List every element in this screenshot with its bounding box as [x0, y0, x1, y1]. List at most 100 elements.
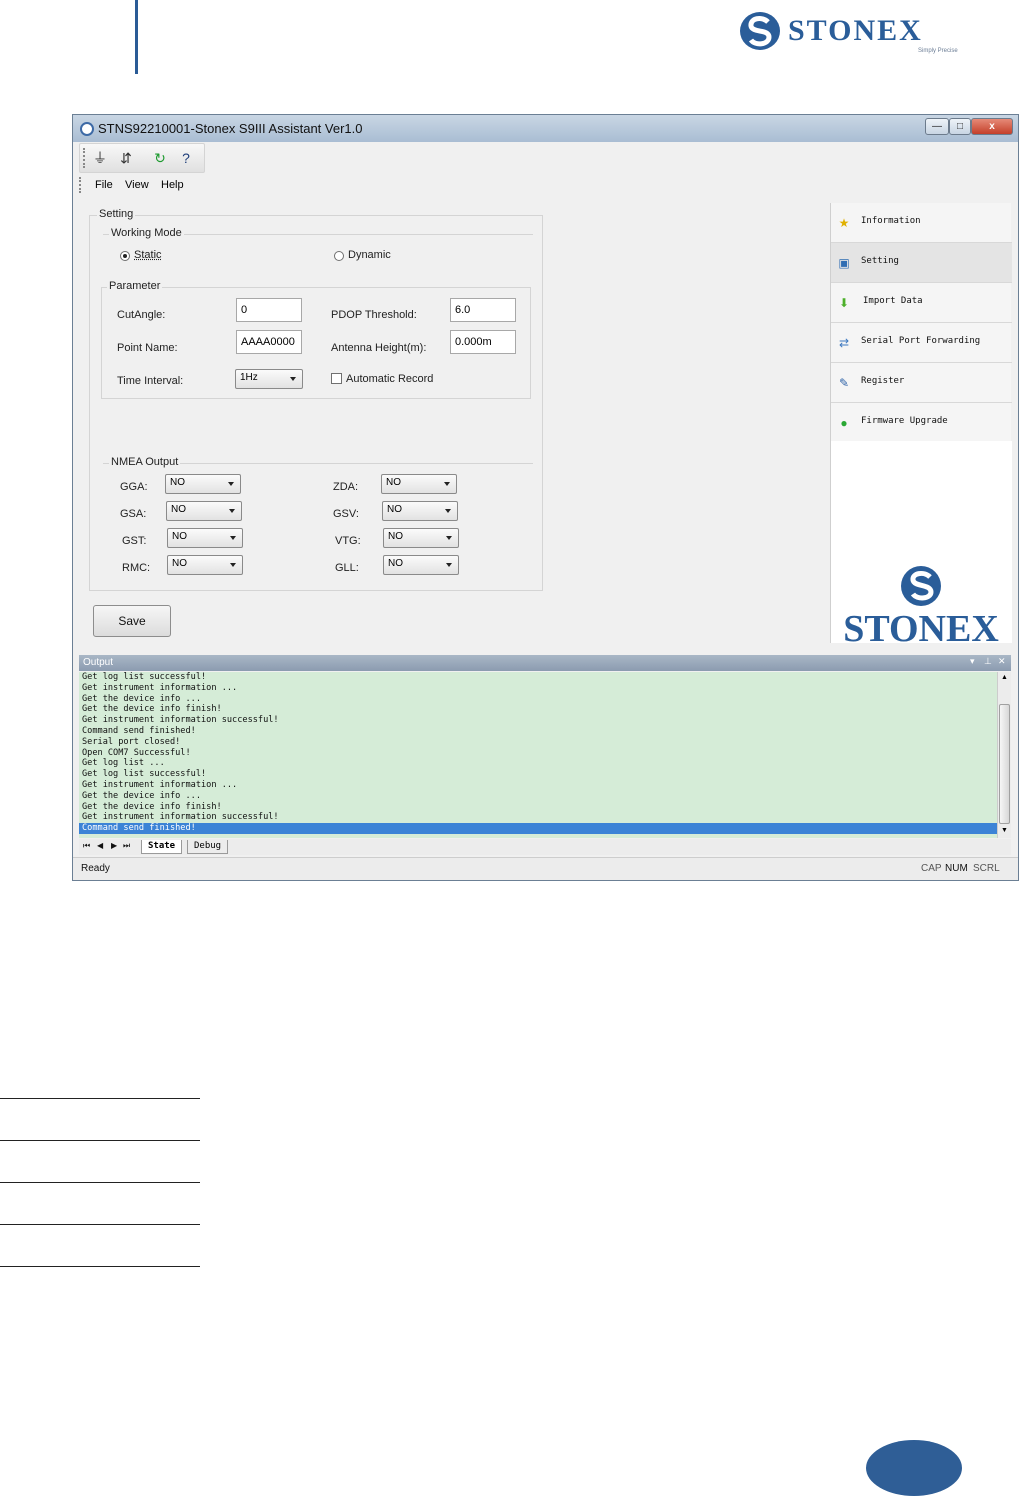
nav-item-import-data[interactable]: ⬇ Import Data: [831, 283, 1012, 323]
dynamic-radio[interactable]: [334, 251, 344, 261]
automatic-record-label[interactable]: Automatic Record: [346, 373, 433, 385]
log-line: Get the device info ...: [82, 693, 201, 704]
rmc-select[interactable]: NO: [167, 555, 243, 575]
gsv-select[interactable]: NO: [382, 501, 458, 521]
scroll-thumb[interactable]: [999, 704, 1010, 824]
chevron-down-icon: [290, 377, 296, 381]
static-label[interactable]: Static: [134, 249, 162, 261]
gst-select[interactable]: NO: [167, 528, 243, 548]
status-bar: Ready CAP NUM SCRL: [73, 857, 1018, 880]
automatic-record-checkbox[interactable]: [331, 373, 342, 384]
working-mode-group: [103, 234, 533, 272]
nav-item-information[interactable]: ★ Information: [831, 203, 1012, 243]
log-line: Serial port closed!: [82, 736, 181, 747]
nav-label-setting: Setting: [861, 256, 899, 266]
tab-state[interactable]: State: [141, 840, 183, 854]
last-tab-icon[interactable]: ⏭: [123, 841, 130, 851]
log-line-selected: Command send finished!: [79, 823, 997, 834]
title-bar[interactable]: STNS92210001-Stonex S9III Assistant Ver1…: [73, 115, 1018, 142]
log-line: Get log list successful!: [82, 769, 207, 780]
output-scrollbar[interactable]: ▲ ▼: [997, 672, 1011, 838]
save-button[interactable]: Save: [93, 605, 171, 637]
tab-debug[interactable]: Debug: [187, 840, 229, 854]
maximize-button[interactable]: □: [949, 118, 971, 135]
nav-label-serial-port-forwarding: Serial Port Forwarding: [861, 336, 981, 346]
point-name-input[interactable]: [236, 330, 302, 354]
chevron-down-icon: [228, 482, 234, 486]
close-button[interactable]: x: [971, 118, 1013, 135]
gga-label: GGA:: [120, 481, 148, 493]
nav-item-firmware-upgrade[interactable]: ● Firmware Upgrade: [831, 403, 1012, 443]
nav-item-register[interactable]: ✎ Register: [831, 363, 1012, 403]
log-line: Get the device info finish!: [82, 801, 222, 812]
blank-line-4: [0, 1224, 200, 1225]
log-line: Get instrument information successful!: [82, 812, 279, 823]
toolbar-grip[interactable]: [83, 148, 85, 168]
nav-item-setting[interactable]: ▣ Setting: [831, 243, 1012, 283]
chevron-down-icon: [230, 536, 236, 540]
app-icon: [80, 122, 94, 136]
pdop-threshold-label: PDOP Threshold:: [331, 309, 417, 321]
antenna-height-input[interactable]: [450, 330, 516, 354]
blank-line-5: [0, 1266, 200, 1267]
gga-select[interactable]: NO: [165, 474, 241, 494]
menubar-grip: [79, 177, 81, 193]
close-pane-icon[interactable]: ✕: [998, 656, 1006, 667]
zda-select[interactable]: NO: [381, 474, 457, 494]
blank-line-1: [0, 1098, 200, 1099]
time-interval-select[interactable]: 1Hz: [235, 369, 303, 389]
nav-label-register: Register: [861, 376, 905, 386]
menu-help[interactable]: Help: [161, 179, 184, 191]
status-text: Ready: [81, 863, 110, 874]
menu-file[interactable]: File: [95, 179, 113, 191]
scroll-down-icon[interactable]: ▼: [1001, 827, 1008, 834]
cut-angle-input[interactable]: [236, 298, 302, 322]
time-interval-label: Time Interval:: [117, 375, 184, 387]
static-radio[interactable]: [120, 251, 130, 261]
stonex-header-logo: STONEX Simply Precise: [738, 8, 960, 54]
disconnect-icon[interactable]: ⇵: [116, 148, 136, 168]
num-lock-indicator: NUM: [945, 863, 968, 874]
header-tagline: Simply Precise: [918, 48, 958, 54]
minimize-button[interactable]: —: [925, 118, 949, 135]
gll-value: NO: [388, 558, 403, 569]
caps-lock-indicator: CAP: [921, 863, 942, 874]
prev-tab-icon[interactable]: ◀: [97, 841, 103, 850]
stonex-sidebar-logo-icon: STONEX: [843, 566, 999, 650]
vtg-select[interactable]: NO: [383, 528, 459, 548]
stonex-sidebar-logo: STONEX: [831, 441, 1012, 650]
zda-label: ZDA:: [333, 481, 359, 493]
pin-icon[interactable]: ⊥: [984, 656, 992, 667]
refresh-icon[interactable]: ↻: [150, 148, 170, 168]
gll-select[interactable]: NO: [383, 555, 459, 575]
gst-value: NO: [172, 531, 187, 542]
nav-item-serial-port-forwarding[interactable]: ⇄ Serial Port Forwarding: [831, 323, 1012, 363]
gsa-select[interactable]: NO: [166, 501, 242, 521]
gsa-label: GSA:: [120, 508, 147, 520]
blank-line-2: [0, 1140, 200, 1141]
log-line: Get instrument information ...: [82, 682, 238, 693]
settings-icon: ▣: [838, 256, 850, 270]
dynamic-label[interactable]: Dynamic: [348, 249, 391, 261]
chevron-down-icon: [229, 509, 235, 513]
sidebar-brand-text: STONEX: [843, 608, 999, 643]
chevron-down-icon: [444, 482, 450, 486]
log-line: Get the device info finish!: [82, 704, 222, 715]
gst-label: GST:: [122, 535, 147, 547]
next-tab-icon[interactable]: ▶: [111, 841, 117, 850]
pdop-threshold-input[interactable]: [450, 298, 516, 322]
output-log[interactable]: Get log list successful! Get instrument …: [79, 672, 997, 838]
parameter-legend: Parameter: [107, 280, 163, 292]
log-line: Open COM7 Successful!: [82, 747, 191, 758]
menu-view[interactable]: View: [125, 179, 149, 191]
dropdown-icon[interactable]: ▾: [970, 656, 975, 667]
antenna-height-label: Antenna Height(m):: [331, 342, 427, 354]
first-tab-icon[interactable]: ⏮: [83, 841, 90, 851]
point-name-label: Point Name:: [117, 342, 178, 354]
scroll-up-icon[interactable]: ▲: [1001, 674, 1008, 681]
nav-label-firmware-upgrade: Firmware Upgrade: [861, 416, 948, 426]
vtg-value: NO: [388, 531, 403, 542]
help-about-icon[interactable]: ?: [176, 148, 196, 168]
connect-icon[interactable]: ⏚: [90, 148, 110, 168]
right-nav-panel: ★ Information ▣ Setting ⬇ Import Data ⇄ …: [830, 203, 1012, 650]
